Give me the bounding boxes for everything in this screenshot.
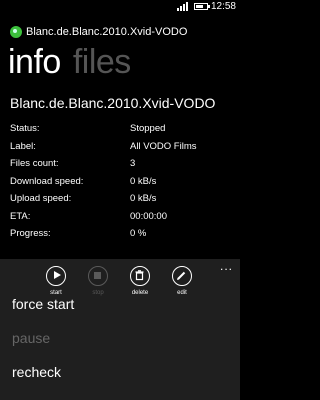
stop-icon <box>88 266 108 286</box>
battery-level <box>196 5 203 8</box>
play-icon <box>46 266 66 286</box>
trash-icon <box>130 266 150 286</box>
detail-label: Upload speed: <box>10 193 72 205</box>
detail-value: 3 <box>130 158 136 170</box>
app-title-bar: Blanc.de.Blanc.2010.Xvid-VODO <box>10 24 187 40</box>
torrent-name: Blanc.de.Blanc.2010.Xvid-VODO <box>10 95 216 111</box>
app-title: Blanc.de.Blanc.2010.Xvid-VODO <box>26 26 188 38</box>
detail-label: ETA: <box>10 210 31 222</box>
battery-icon <box>194 3 210 10</box>
pivot-tab-info[interactable]: info <box>8 43 61 81</box>
detail-row-download-speed: Download speed: 0 kB/s <box>10 173 235 191</box>
pivot-header: info files <box>8 42 131 82</box>
detail-row-upload-speed: Upload speed: 0 kB/s <box>10 190 235 208</box>
detail-label: Download speed: <box>10 175 84 187</box>
status-bar: 12:58 <box>0 0 240 14</box>
detail-value: 00:00:00 <box>130 210 167 222</box>
detail-value: Stopped <box>130 123 166 135</box>
torrent-details: Status: Stopped Label: All VODO Films File… <box>10 120 235 243</box>
app-bar-menu: force start pause recheck <box>0 287 240 389</box>
detail-value: 0 kB/s <box>130 193 157 205</box>
detail-row-eta: ETA: 00:00:00 <box>10 208 235 226</box>
menu-item-pause[interactable]: pause <box>0 321 240 355</box>
clock: 12:58 <box>210 1 236 12</box>
signal-icon <box>177 2 189 11</box>
detail-label: Status: <box>10 123 40 135</box>
detail-value: All VODO Films <box>130 140 197 152</box>
menu-item-recheck[interactable]: recheck <box>0 355 240 389</box>
detail-row-label: Label: All VODO Films <box>10 138 235 156</box>
detail-label: Files count: <box>10 158 59 170</box>
detail-row-files-count: Files count: 3 <box>10 155 235 173</box>
detail-value: 0 % <box>130 228 147 240</box>
detail-label: Progress: <box>10 228 51 240</box>
menu-item-force-start[interactable]: force start <box>0 287 240 321</box>
detail-row-progress: Progress: 0 % <box>10 225 235 243</box>
detail-value: 0 kB/s <box>130 175 157 187</box>
detail-label: Label: <box>10 140 36 152</box>
pencil-icon <box>172 266 192 286</box>
detail-row-status: Status: Stopped <box>10 120 235 138</box>
pivot-tab-files[interactable]: files <box>73 43 131 81</box>
utorrent-icon <box>10 26 22 38</box>
